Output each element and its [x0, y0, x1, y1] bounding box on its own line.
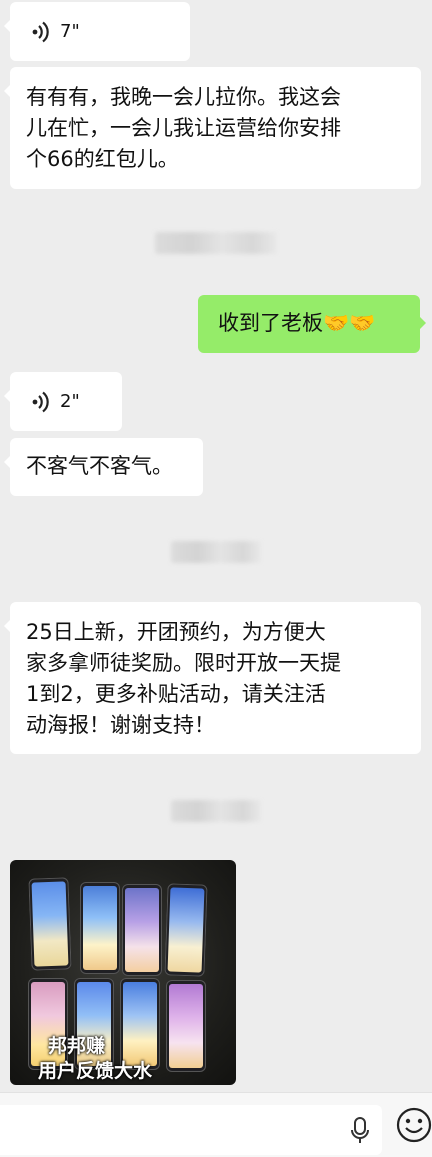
voice-wave-icon [32, 21, 49, 42]
emoji-icon[interactable] [396, 1107, 432, 1143]
message-line: 1到2，更多补贴活动，请关注活 [26, 682, 326, 706]
message-input[interactable] [0, 1105, 382, 1155]
message-text: 收到了老板🤝🤝 [218, 311, 376, 335]
caption-line: 用户反馈大水 [38, 1060, 153, 1082]
message-line: 25日上新，开团预约，为方便大 [26, 620, 326, 644]
voice-message-bubble[interactable]: 2" [4, 372, 122, 431]
message-line: 个66的红包儿。 [26, 147, 179, 171]
phone-photo [28, 877, 72, 971]
microphone-icon[interactable] [350, 1117, 370, 1145]
phone-photo [80, 882, 120, 974]
voice-duration: 7" [60, 21, 80, 42]
message-line: 动海报！谢谢支持！ [26, 713, 215, 737]
text-message-bubble[interactable]: 有有有，我晚一会儿拉你。我这会 儿在忙，一会儿我让运营给你安排 个66的红包儿。 [4, 67, 421, 189]
caption-line: 邦邦赚 [48, 1035, 106, 1057]
message-line: 儿在忙，一会儿我让运营给你安排 [26, 116, 341, 140]
blurred-timestamp [155, 232, 277, 254]
text-message-bubble[interactable]: 25日上新，开团预约，为方便大 家多拿师徒奖励。限时开放一天提 1到2，更多补贴… [4, 602, 421, 754]
voice-wave-icon [32, 391, 49, 412]
message-line: 家多拿师徒奖励。限时开放一天提 [26, 651, 341, 675]
voice-duration: 2" [60, 391, 80, 412]
blurred-timestamp [171, 541, 261, 563]
chat-area[interactable]: 7" 有有有，我晚一会儿拉你。我这会 儿在忙，一会儿我让运营给你安排 个66的红… [0, 0, 432, 1092]
text-message-bubble[interactable]: 不客气不客气。 [4, 438, 203, 496]
phone-photo [166, 980, 206, 1072]
blurred-timestamp [171, 800, 261, 822]
phone-photo [122, 884, 162, 976]
image-caption: 邦邦赚 用户反馈大水 [38, 1034, 152, 1084]
message-line: 有有有，我晚一会儿拉你。我这会 [26, 85, 341, 109]
message-text: 不客气不客气。 [26, 454, 173, 478]
input-bar [0, 1092, 432, 1157]
phone-photo [164, 883, 208, 977]
outgoing-message-bubble[interactable]: 收到了老板🤝🤝 [198, 295, 426, 353]
voice-message-bubble[interactable]: 7" [4, 2, 190, 61]
